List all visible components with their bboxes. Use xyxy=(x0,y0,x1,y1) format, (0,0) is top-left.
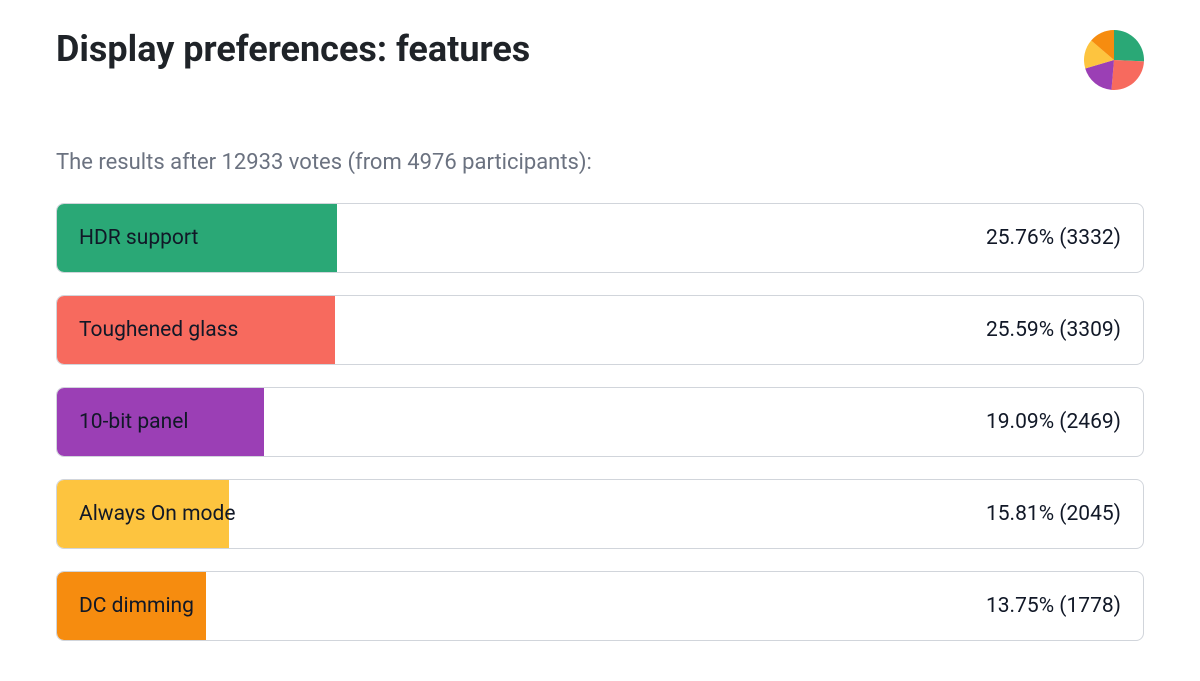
poll-bar-content: Toughened glass 25.59% (3309) xyxy=(57,296,1143,364)
poll-bar-content: DC dimming 13.75% (1778) xyxy=(57,572,1143,640)
poll-bar-row[interactable]: DC dimming 13.75% (1778) xyxy=(56,571,1144,641)
poll-bar-value: 19.09% (2469) xyxy=(986,410,1121,434)
poll-bar-label: HDR support xyxy=(79,226,198,250)
pie-slice xyxy=(1111,60,1144,90)
poll-bar-content: 10-bit panel 19.09% (2469) xyxy=(57,388,1143,456)
poll-bar-value: 25.59% (3309) xyxy=(986,318,1121,342)
poll-bar-label: Toughened glass xyxy=(79,318,238,342)
poll-bar-value: 13.75% (1778) xyxy=(986,594,1121,618)
poll-bar-label: Always On mode xyxy=(79,502,235,526)
poll-bar-label: DC dimming xyxy=(79,594,194,618)
poll-bar-row[interactable]: HDR support 25.76% (3332) xyxy=(56,203,1144,273)
poll-bar-row[interactable]: 10-bit panel 19.09% (2469) xyxy=(56,387,1144,457)
pie-slice xyxy=(1114,30,1144,61)
results-summary: The results after 12933 votes (from 4976… xyxy=(56,150,1144,175)
poll-bar-row[interactable]: Always On mode 15.81% (2045) xyxy=(56,479,1144,549)
header-row: Display preferences: features xyxy=(56,28,1144,90)
pie-icon xyxy=(1084,30,1144,90)
poll-bar-value: 15.81% (2045) xyxy=(986,502,1121,526)
poll-bars: HDR support 25.76% (3332) Toughened glass 2… xyxy=(56,203,1144,641)
poll-bar-content: Always On mode 15.81% (2045) xyxy=(57,480,1143,548)
poll-bar-row[interactable]: Toughened glass 25.59% (3309) xyxy=(56,295,1144,365)
page-title: Display preferences: features xyxy=(56,28,530,71)
poll-bar-value: 25.76% (3332) xyxy=(986,226,1121,250)
poll-bar-content: HDR support 25.76% (3332) xyxy=(57,204,1143,272)
poll-page: Display preferences: features The result… xyxy=(0,0,1200,681)
poll-bar-label: 10-bit panel xyxy=(79,410,188,434)
